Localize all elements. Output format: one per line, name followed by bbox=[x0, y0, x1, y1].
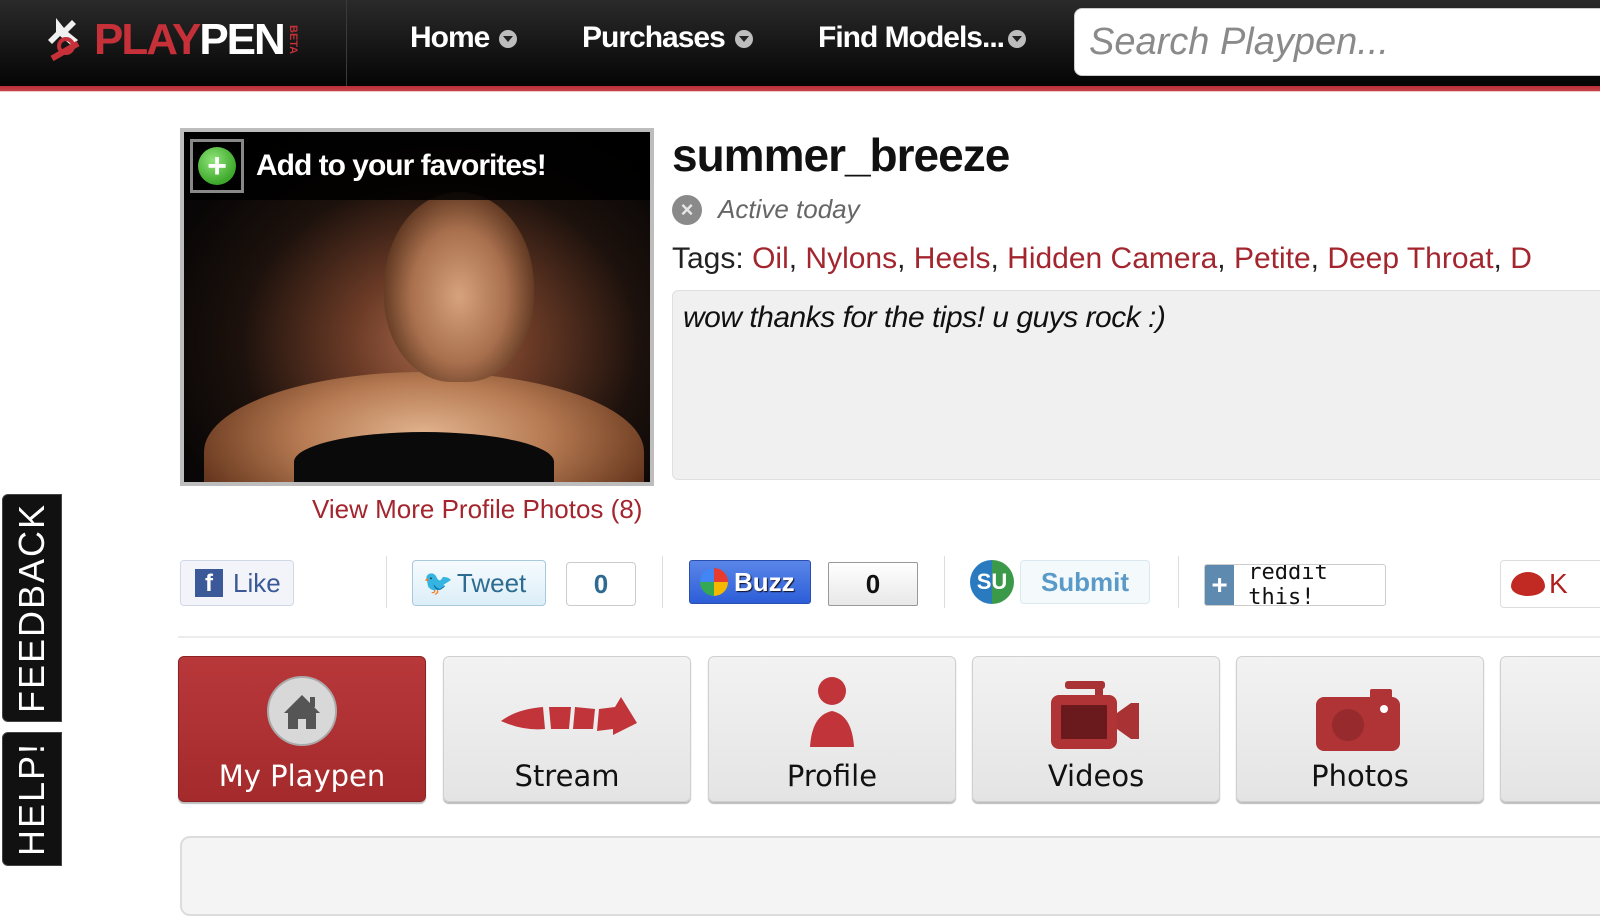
tag-link[interactable]: D bbox=[1510, 242, 1532, 275]
profile-photo[interactable]: + Add to your favorites! bbox=[180, 128, 654, 486]
view-more-photos-link[interactable]: View More Profile Photos (8) bbox=[312, 494, 642, 525]
tile-videos[interactable]: Videos bbox=[972, 656, 1220, 802]
buzz-count: 0 bbox=[828, 562, 918, 606]
tile-profile[interactable]: Profile bbox=[708, 656, 956, 802]
plus-icon: + bbox=[198, 147, 236, 185]
photo-head bbox=[384, 192, 534, 382]
reddit-button[interactable]: + reddit this! bbox=[1204, 564, 1386, 606]
activity-status: × Active today bbox=[672, 194, 860, 225]
divider bbox=[944, 556, 945, 608]
tags-list: Tags: Oil, Nylons, Heels, Hidden Camera,… bbox=[672, 242, 1532, 275]
playpen-logo[interactable]: PLAYPEN BETA bbox=[42, 10, 299, 70]
tile-label: Videos bbox=[1047, 759, 1145, 793]
tag-link[interactable]: Oil bbox=[752, 242, 789, 275]
chevron-down-icon bbox=[499, 30, 518, 48]
tile-label: My Playpen bbox=[218, 759, 386, 793]
divider bbox=[662, 556, 663, 608]
help-tab[interactable]: HELP! bbox=[2, 732, 62, 866]
tweet-count: 0 bbox=[566, 562, 636, 606]
twitter-bird-icon: 🐦 bbox=[423, 569, 453, 597]
help-tab-label: HELP! bbox=[11, 741, 52, 857]
camera-icon bbox=[1316, 689, 1404, 756]
kiss-button[interactable]: K bbox=[1500, 560, 1600, 608]
tag-link[interactable]: Hidden Camera bbox=[1007, 242, 1217, 275]
arrow-icon bbox=[497, 693, 637, 748]
search-input[interactable] bbox=[1089, 20, 1600, 64]
logo-play: PLAY bbox=[94, 15, 201, 64]
tile-label: Profile bbox=[786, 759, 878, 793]
top-navigation-bar: PLAYPEN BETA Home Purchases Find Models.… bbox=[0, 0, 1600, 86]
chevron-down-icon bbox=[1008, 30, 1026, 48]
username-heading: summer_breeze bbox=[672, 129, 1010, 181]
lips-icon bbox=[1511, 572, 1545, 596]
stumbleupon-icon[interactable]: SU bbox=[970, 560, 1014, 604]
beta-badge: BETA bbox=[286, 25, 299, 55]
nav-home[interactable]: Home bbox=[410, 18, 518, 58]
tile-label: Photos bbox=[1311, 759, 1409, 793]
tile-photos[interactable]: Photos bbox=[1236, 656, 1484, 802]
divider bbox=[386, 556, 387, 608]
activity-text: Active today bbox=[718, 194, 860, 224]
nav-purchases-label: Purchases bbox=[582, 21, 726, 54]
section-divider bbox=[178, 636, 1600, 638]
buzz-label: Buzz bbox=[734, 566, 795, 597]
home-icon bbox=[266, 675, 338, 752]
reddit-label: reddit this! bbox=[1248, 564, 1328, 606]
video-camera-icon bbox=[1051, 679, 1141, 756]
tag-link[interactable]: Deep Throat bbox=[1327, 242, 1493, 275]
tweet-label: Tweet bbox=[456, 567, 527, 598]
status-message: wow thanks for the tips! u guys rock :) bbox=[683, 301, 1166, 334]
facebook-icon: f bbox=[195, 569, 223, 597]
status-message-box: wow thanks for the tips! u guys rock :) bbox=[672, 290, 1600, 480]
feedback-tab[interactable]: FEEDBACK bbox=[2, 494, 62, 722]
nav-home-label: Home bbox=[410, 21, 490, 54]
facebook-like-button[interactable]: f Like bbox=[180, 560, 294, 606]
nav-purchases[interactable]: Purchases bbox=[582, 18, 753, 58]
tag-link[interactable]: Petite bbox=[1234, 242, 1311, 275]
add-favorites-label: Add to your favorites! bbox=[256, 149, 547, 182]
close-circle-icon: × bbox=[672, 194, 702, 225]
logo-text: PLAYPEN bbox=[94, 15, 286, 64]
search-box bbox=[1074, 8, 1600, 76]
tags-label: Tags: bbox=[672, 242, 744, 275]
nav-find-models-label: Find Models... bbox=[818, 21, 1005, 54]
divider bbox=[1178, 556, 1179, 608]
add-to-favorites-bar[interactable]: + Add to your favorites! bbox=[184, 132, 650, 200]
tile-more[interactable] bbox=[1500, 656, 1600, 802]
tweet-button[interactable]: 🐦 Tweet bbox=[412, 560, 546, 606]
tag-link[interactable]: Heels bbox=[914, 242, 991, 275]
stumbleupon-submit-button[interactable]: Submit bbox=[1020, 560, 1150, 604]
plus-icon: + bbox=[1205, 565, 1235, 605]
tile-label: Stream bbox=[514, 759, 620, 793]
tile-my-playpen[interactable]: My Playpen bbox=[178, 656, 426, 802]
chevron-down-icon bbox=[734, 30, 753, 48]
topbar-accent-stripe bbox=[0, 86, 1600, 92]
logo-divider bbox=[346, 0, 347, 86]
tile-stream[interactable]: Stream bbox=[443, 656, 691, 802]
photo-detail bbox=[294, 432, 554, 482]
logo-mark-icon bbox=[42, 14, 94, 66]
facebook-like-label: Like bbox=[233, 567, 281, 598]
bottom-content-panel bbox=[180, 836, 1600, 916]
kiss-label: K bbox=[1549, 568, 1568, 599]
nav-find-models[interactable]: Find Models... bbox=[818, 18, 1026, 58]
buzz-button[interactable]: Buzz bbox=[689, 560, 811, 604]
add-favorite-button[interactable]: + bbox=[190, 139, 244, 193]
logo-pen: PEN bbox=[199, 15, 285, 64]
feedback-tab-label: FEEDBACK bbox=[11, 502, 52, 714]
google-buzz-icon bbox=[700, 568, 728, 596]
tag-link[interactable]: Nylons bbox=[805, 242, 897, 275]
person-icon bbox=[802, 675, 862, 756]
